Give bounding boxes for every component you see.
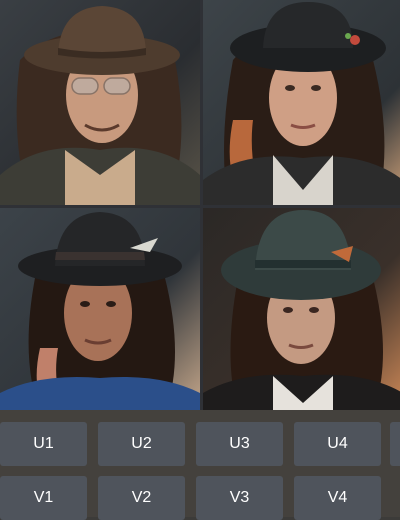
image-tile-3[interactable] [0, 208, 200, 413]
portrait-image-3 [0, 208, 200, 413]
variation-button-3[interactable]: V3 [196, 476, 283, 520]
portrait-image-2 [203, 0, 400, 205]
image-tile-2[interactable] [203, 0, 400, 205]
portrait-image-1 [0, 0, 200, 205]
variation-button-1[interactable]: V1 [0, 476, 87, 520]
upscale-button-2[interactable]: U2 [98, 422, 185, 466]
upscale-button-4[interactable]: U4 [294, 422, 381, 466]
upscale-button-1[interactable]: U1 [0, 422, 87, 466]
generated-image-grid[interactable] [0, 0, 400, 413]
image-tile-4[interactable] [203, 208, 400, 413]
portrait-image-4 [203, 208, 400, 413]
action-button-panel: U1 U2 U3 U4 V1 V2 V3 V4 [0, 410, 400, 520]
variation-button-2[interactable]: V2 [98, 476, 185, 520]
variation-button-4[interactable]: V4 [294, 476, 381, 520]
reroll-button-partial[interactable] [390, 422, 400, 466]
upscale-button-3[interactable]: U3 [196, 422, 283, 466]
image-tile-1[interactable] [0, 0, 200, 205]
